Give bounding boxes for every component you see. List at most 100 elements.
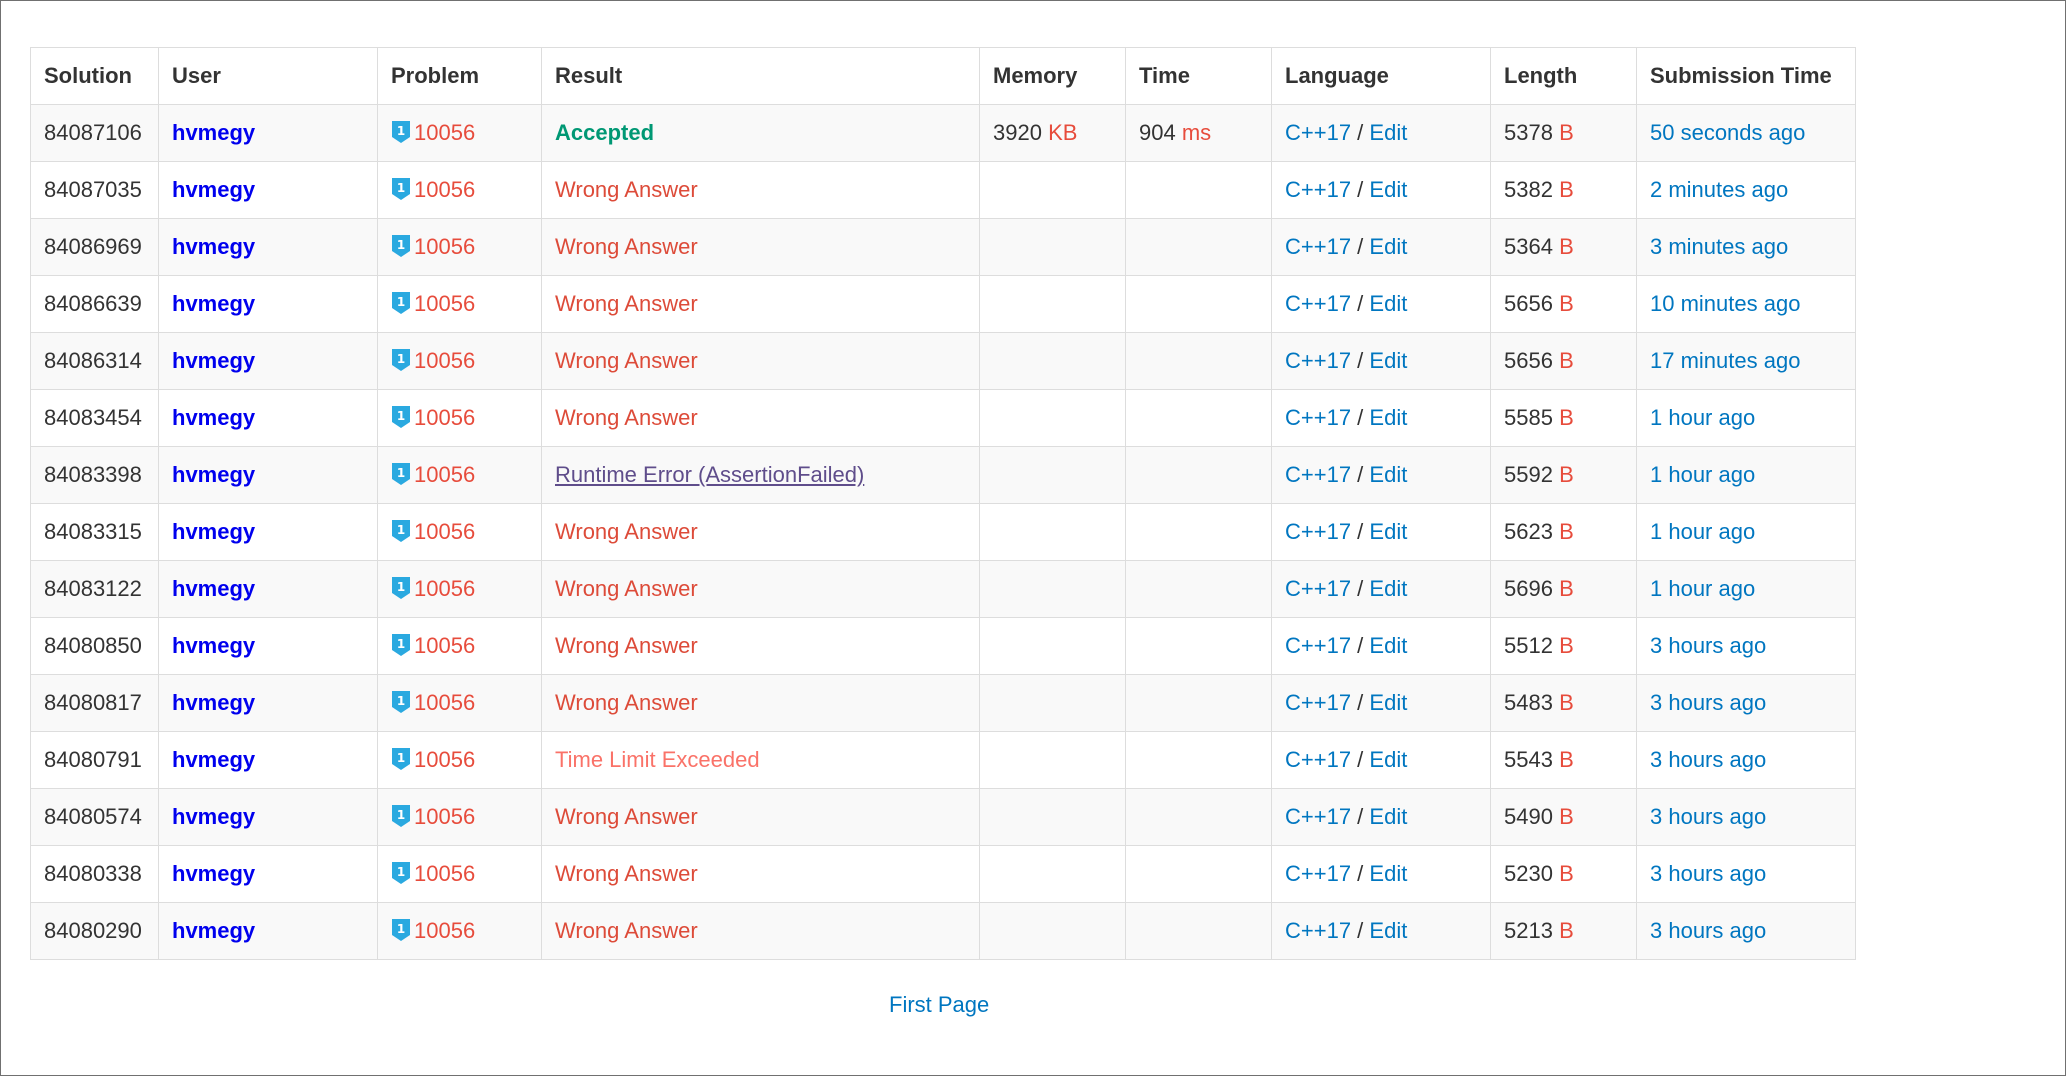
user-link[interactable]: hvmegy <box>172 576 255 601</box>
user-link[interactable]: hvmegy <box>172 177 255 202</box>
submission-time-link[interactable]: 1 hour ago <box>1650 576 1755 601</box>
user-cell: hvmegy <box>158 275 378 333</box>
problem-link[interactable]: 10056 <box>414 120 475 145</box>
problem-cell: 1 10056 <box>377 104 542 162</box>
edit-link[interactable]: Edit <box>1369 918 1407 943</box>
result-text: Wrong Answer <box>555 291 698 316</box>
submission-time-link[interactable]: 3 hours ago <box>1650 804 1766 829</box>
language-link[interactable]: C++17 <box>1285 120 1351 145</box>
submission-time-link[interactable]: 1 hour ago <box>1650 519 1755 544</box>
edit-link[interactable]: Edit <box>1369 348 1407 373</box>
edit-link[interactable]: Edit <box>1369 690 1407 715</box>
edit-link[interactable]: Edit <box>1369 405 1407 430</box>
submission-time-link[interactable]: 1 hour ago <box>1650 405 1755 430</box>
user-link[interactable]: hvmegy <box>172 348 255 373</box>
user-link[interactable]: hvmegy <box>172 120 255 145</box>
language-link[interactable]: C++17 <box>1285 177 1351 202</box>
submission-time-link[interactable]: 3 hours ago <box>1650 747 1766 772</box>
user-link[interactable]: hvmegy <box>172 804 255 829</box>
problem-link[interactable]: 10056 <box>414 690 475 715</box>
problem-link[interactable]: 10056 <box>414 234 475 259</box>
language-link[interactable]: C++17 <box>1285 918 1351 943</box>
submission-time-link[interactable]: 2 minutes ago <box>1650 177 1788 202</box>
language-link[interactable]: C++17 <box>1285 576 1351 601</box>
submission-time-link[interactable]: 1 hour ago <box>1650 462 1755 487</box>
header-result: Result <box>541 47 980 105</box>
time-cell <box>1125 218 1272 276</box>
user-link[interactable]: hvmegy <box>172 918 255 943</box>
language-link[interactable]: C++17 <box>1285 690 1351 715</box>
submission-time-link[interactable]: 50 seconds ago <box>1650 120 1805 145</box>
edit-link[interactable]: Edit <box>1369 861 1407 886</box>
edit-link[interactable]: Edit <box>1369 291 1407 316</box>
problem-link[interactable]: 10056 <box>414 576 475 601</box>
language-link[interactable]: C++17 <box>1285 519 1351 544</box>
solution-id: 84080850 <box>44 633 142 658</box>
edit-link[interactable]: Edit <box>1369 462 1407 487</box>
language-link[interactable]: C++17 <box>1285 804 1351 829</box>
edit-link[interactable]: Edit <box>1369 519 1407 544</box>
language-cell: C++17 / Edit <box>1271 503 1491 561</box>
table-row: 84083454 hvmegy 1 10056 Wrong Answer C++1… <box>30 389 1856 447</box>
edit-link[interactable]: Edit <box>1369 120 1407 145</box>
edit-link[interactable]: Edit <box>1369 234 1407 259</box>
language-link[interactable]: C++17 <box>1285 633 1351 658</box>
language-link[interactable]: C++17 <box>1285 462 1351 487</box>
language-separator: / <box>1351 576 1370 601</box>
submission-time-link[interactable]: 3 hours ago <box>1650 633 1766 658</box>
language-cell: C++17 / Edit <box>1271 617 1491 675</box>
problem-link[interactable]: 10056 <box>414 633 475 658</box>
time-cell <box>1125 503 1272 561</box>
language-link[interactable]: C++17 <box>1285 348 1351 373</box>
user-link[interactable]: hvmegy <box>172 747 255 772</box>
problem-link[interactable]: 10056 <box>414 348 475 373</box>
submission-time-link[interactable]: 10 minutes ago <box>1650 291 1800 316</box>
edit-link[interactable]: Edit <box>1369 633 1407 658</box>
result-cell: Wrong Answer <box>541 332 980 390</box>
language-link[interactable]: C++17 <box>1285 234 1351 259</box>
language-link[interactable]: C++17 <box>1285 747 1351 772</box>
user-link[interactable]: hvmegy <box>172 861 255 886</box>
memory-cell <box>979 503 1126 561</box>
edit-link[interactable]: Edit <box>1369 747 1407 772</box>
user-link[interactable]: hvmegy <box>172 234 255 259</box>
edit-link[interactable]: Edit <box>1369 804 1407 829</box>
user-link[interactable]: hvmegy <box>172 462 255 487</box>
language-link[interactable]: C++17 <box>1285 861 1351 886</box>
table-row: 84080290 hvmegy 1 10056 Wrong Answer C++1… <box>30 902 1856 960</box>
language-link[interactable]: C++17 <box>1285 291 1351 316</box>
length-cell: 5490 B <box>1490 788 1637 846</box>
submission-time-link[interactable]: 3 minutes ago <box>1650 234 1788 259</box>
problem-link[interactable]: 10056 <box>414 918 475 943</box>
user-link[interactable]: hvmegy <box>172 519 255 544</box>
problem-link[interactable]: 10056 <box>414 177 475 202</box>
problem-link[interactable]: 10056 <box>414 804 475 829</box>
problem-link[interactable]: 10056 <box>414 462 475 487</box>
language-link[interactable]: C++17 <box>1285 405 1351 430</box>
tier-badge-icon: 1 <box>392 862 410 884</box>
problem-link[interactable]: 10056 <box>414 747 475 772</box>
result-cell: Runtime Error (AssertionFailed) <box>541 446 980 504</box>
length-unit: B <box>1559 177 1574 202</box>
result-cell: Wrong Answer <box>541 902 980 960</box>
user-link[interactable]: hvmegy <box>172 690 255 715</box>
user-link[interactable]: hvmegy <box>172 405 255 430</box>
first-page-link[interactable]: First Page <box>889 992 989 1018</box>
problem-link[interactable]: 10056 <box>414 861 475 886</box>
submission-time-link[interactable]: 3 hours ago <box>1650 861 1766 886</box>
submission-time-link[interactable]: 3 hours ago <box>1650 918 1766 943</box>
user-link[interactable]: hvmegy <box>172 633 255 658</box>
problem-link[interactable]: 10056 <box>414 519 475 544</box>
memory-cell <box>979 332 1126 390</box>
length-value: 5656 <box>1504 291 1553 316</box>
submission-time-link[interactable]: 3 hours ago <box>1650 690 1766 715</box>
edit-link[interactable]: Edit <box>1369 576 1407 601</box>
problem-link[interactable]: 10056 <box>414 291 475 316</box>
solution-id: 84086639 <box>44 291 142 316</box>
memory-cell <box>979 446 1126 504</box>
edit-link[interactable]: Edit <box>1369 177 1407 202</box>
user-cell: hvmegy <box>158 446 378 504</box>
user-link[interactable]: hvmegy <box>172 291 255 316</box>
problem-link[interactable]: 10056 <box>414 405 475 430</box>
submission-time-link[interactable]: 17 minutes ago <box>1650 348 1800 373</box>
